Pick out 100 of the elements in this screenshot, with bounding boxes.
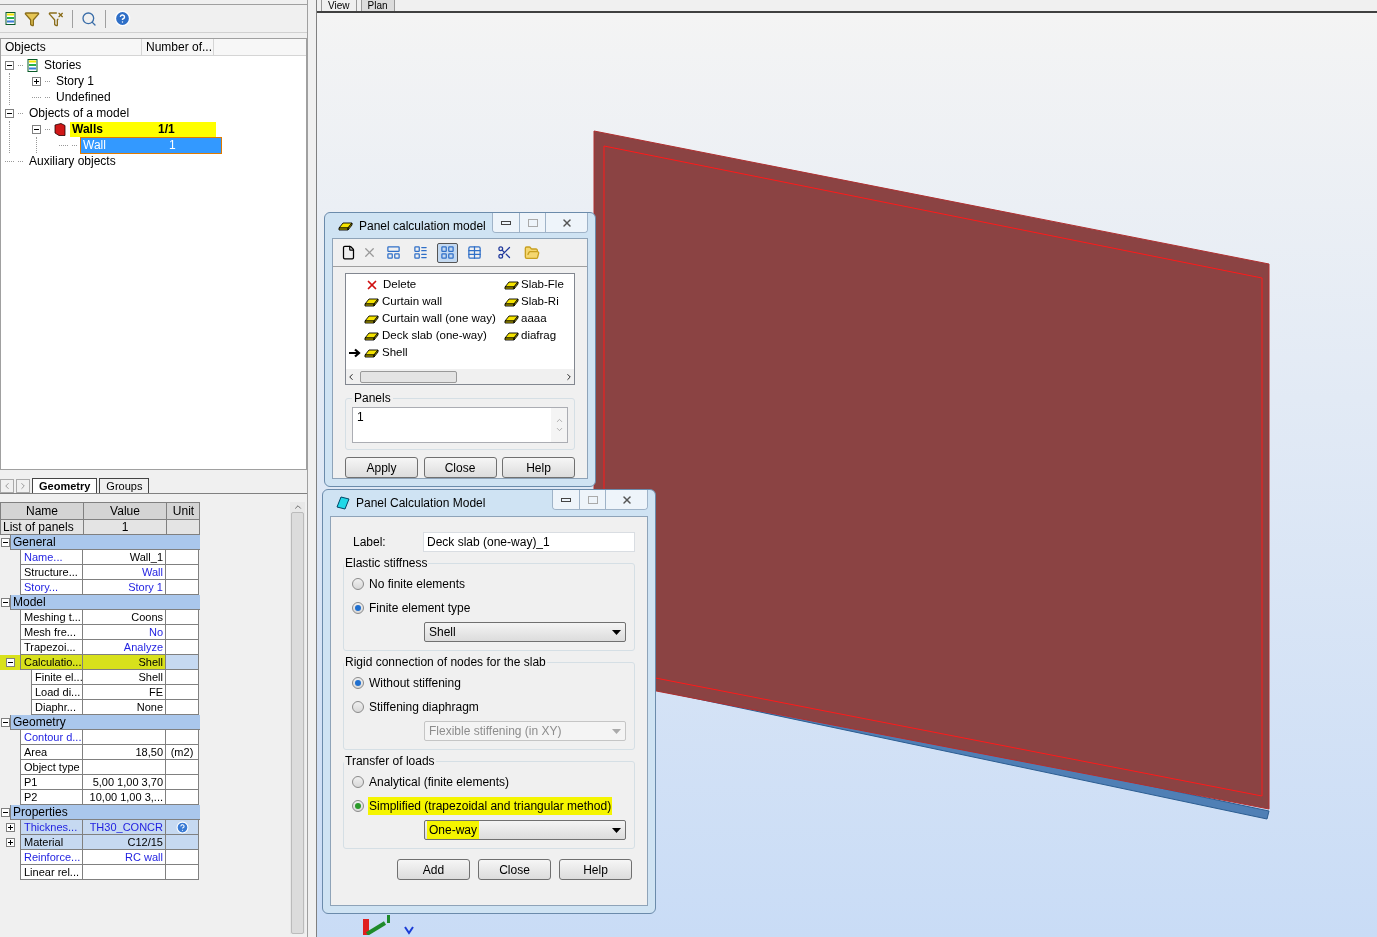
list-item[interactable]: Slab-Ri (521, 292, 559, 311)
list-item[interactable]: Curtain wall (one way) (382, 309, 496, 328)
dropdown-value: Shell (428, 624, 457, 641)
scrollbar[interactable] (290, 502, 305, 934)
property-value: Analyze (82, 640, 165, 655)
minimize-button[interactable] (493, 213, 519, 232)
list-item[interactable]: Delete (383, 275, 417, 294)
filter-clear-icon[interactable] (48, 10, 64, 27)
summary-label: List of panels (2, 520, 75, 534)
property-name: Calculatio... (20, 655, 82, 670)
collapse-icon[interactable] (5, 658, 15, 667)
collapse-icon[interactable] (32, 124, 41, 134)
tree-item[interactable]: Stories (42, 57, 132, 73)
new-document-icon[interactable] (341, 245, 356, 260)
scroll-left-icon[interactable] (346, 371, 356, 382)
property-name: Load di... (31, 685, 82, 700)
tree-item[interactable]: Objects of a model (27, 105, 134, 121)
property-name: P2 (20, 790, 82, 805)
dialog-button[interactable]: Close (478, 859, 551, 880)
slab-icon (504, 279, 519, 290)
close-icon[interactable] (560, 216, 573, 229)
tab[interactable]: Geometry (32, 478, 98, 493)
scroll-up-icon[interactable] (292, 502, 303, 512)
view-button[interactable] (437, 242, 458, 263)
radio-button[interactable] (352, 701, 364, 713)
section-header[interactable]: Model (10, 595, 200, 610)
horizontal-scrollbar[interactable] (346, 369, 574, 384)
dialog-button[interactable]: Add (397, 859, 470, 880)
expand-icon[interactable] (5, 823, 15, 832)
help-icon[interactable] (114, 10, 131, 27)
property-name: Trapezoi... (20, 640, 82, 655)
radio-label: Analytical (finite elements) (368, 774, 511, 791)
property-name: Diaphr... (31, 700, 82, 715)
collapse-icon[interactable] (5, 108, 14, 118)
dialog-button[interactable]: Apply (345, 457, 418, 478)
list-item[interactable]: Shell (382, 343, 408, 362)
dropdown[interactable]: Shell (424, 622, 626, 642)
tab[interactable]: Groups (99, 478, 150, 493)
radio-button[interactable] (352, 602, 364, 614)
property-value: Wall (82, 565, 165, 580)
scroll-right-icon[interactable] (564, 371, 574, 382)
search-icon[interactable] (81, 10, 97, 27)
tree-item[interactable]: Auxiliary objects (27, 153, 120, 169)
tree-item[interactable]: Story 1 (54, 73, 144, 89)
collapse-icon[interactable] (0, 538, 10, 547)
section-header[interactable]: Geometry (10, 715, 200, 730)
expand-icon[interactable] (32, 76, 41, 86)
property-name: Finite el... (31, 670, 82, 685)
collapse-icon[interactable] (0, 598, 10, 607)
column-header[interactable]: Value (83, 503, 166, 519)
summary-value: 1 (83, 520, 166, 534)
property-value: None (82, 700, 165, 715)
field-label: Label: (352, 534, 387, 551)
property-name: Contour d... (20, 730, 82, 745)
filter-icon[interactable] (24, 10, 40, 27)
tab[interactable]: View (321, 0, 357, 11)
collapse-icon[interactable] (5, 60, 14, 70)
property-unit: (m2) (170, 745, 194, 759)
collapse-icon[interactable] (0, 808, 10, 817)
dropdown[interactable]: One-way (424, 820, 626, 840)
property-value: RC wall (82, 850, 165, 865)
slab-icon (338, 220, 353, 231)
scroll-thumb[interactable] (291, 512, 304, 934)
3d-viewport[interactable] (317, 13, 1377, 937)
radio-button[interactable] (352, 578, 364, 590)
minimize-button[interactable] (553, 490, 579, 509)
list-item[interactable]: diafrag (521, 326, 557, 345)
group-label: Transfer of loads (344, 753, 436, 770)
list-item[interactable]: aaaa (521, 309, 547, 328)
slab-icon (364, 296, 379, 307)
label-field[interactable]: Deck slab (one-way)_1 (423, 532, 635, 552)
collapse-icon[interactable] (0, 718, 10, 727)
property-name: P1 (20, 775, 82, 790)
list-item[interactable]: Slab-Fle (521, 275, 564, 294)
radio-button[interactable] (352, 776, 364, 788)
tree-item[interactable]: Walls 1/1 (70, 121, 216, 137)
delete-icon[interactable] (362, 245, 377, 260)
radio-label: Finite element type (368, 600, 472, 617)
tab[interactable]: Plan (360, 0, 395, 11)
scissors-icon[interactable] (497, 245, 512, 260)
dialog-button[interactable]: Close (423, 457, 497, 478)
section-header[interactable]: General (10, 535, 200, 550)
radio-button[interactable] (352, 800, 364, 812)
list-item[interactable]: Deck slab (one-way) (382, 326, 487, 345)
dialog-button[interactable]: Help (559, 859, 632, 880)
expand-icon[interactable] (5, 838, 15, 847)
radio-button[interactable] (352, 677, 364, 689)
help-icon[interactable] (175, 820, 189, 834)
list-item[interactable]: Curtain wall (382, 292, 443, 311)
tree-item[interactable]: Undefined (54, 89, 144, 105)
dialog-button[interactable]: Help (502, 457, 575, 478)
scroll-thumb[interactable] (360, 370, 457, 383)
property-name: Name... (20, 550, 82, 565)
section-header[interactable]: Properties (10, 805, 200, 820)
column-header[interactable]: Unit (166, 503, 200, 519)
column-header[interactable]: Number of... (142, 39, 214, 55)
close-icon[interactable] (620, 493, 633, 506)
radio-label: Stiffening diaphragm (368, 699, 480, 716)
column-header[interactable]: Objects (1, 39, 142, 55)
column-header[interactable]: Name (1, 503, 83, 519)
